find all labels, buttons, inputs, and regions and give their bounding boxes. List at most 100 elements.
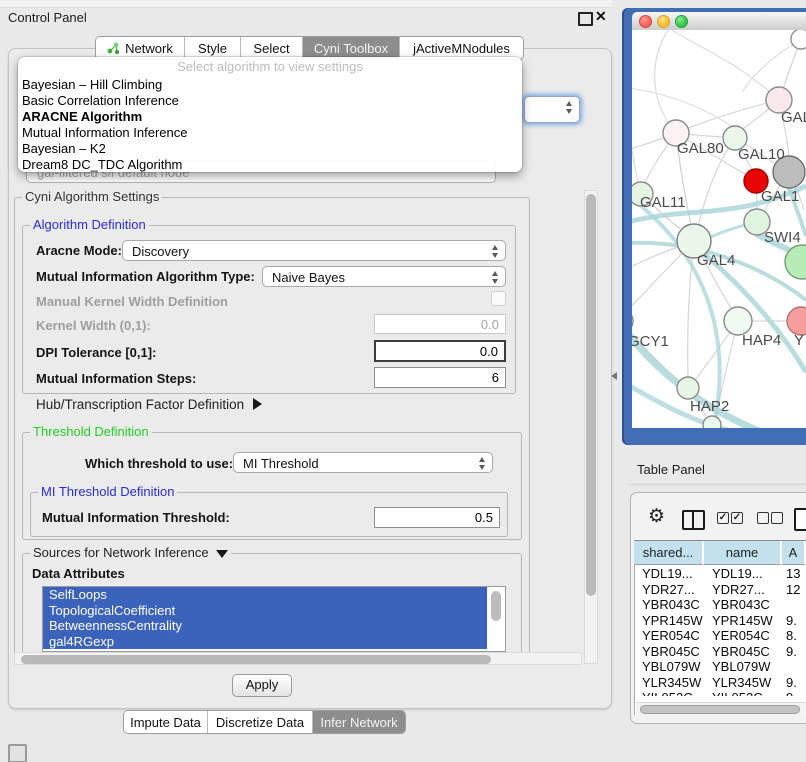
table-row[interactable]: YLR345WYLR345W9. <box>634 675 806 691</box>
table-cell: YBR043C <box>704 597 782 613</box>
attribute-item-topologicalcoefficient[interactable]: TopologicalCoefficient <box>43 603 487 619</box>
tab-cyni-toolbox[interactable]: Cyni Toolbox <box>303 37 400 59</box>
table-cell: 9. <box>782 613 806 629</box>
network-node-label: Y <box>794 332 804 349</box>
network-edge[interactable] <box>655 30 676 133</box>
deselect-all-columns-icon[interactable] <box>757 512 769 524</box>
spinner-arrows-icon <box>492 245 499 258</box>
network-node[interactable] <box>632 309 633 333</box>
dpi-tolerance-label: DPI Tolerance [0,1]: <box>36 345 156 360</box>
settings-horizontal-scroll-thumb[interactable] <box>21 655 491 664</box>
table-cell <box>782 597 806 613</box>
algorithm-option-aracne-algorithm[interactable]: ARACNE Algorithm <box>22 109 142 125</box>
apply-button[interactable]: Apply <box>232 674 292 697</box>
spinner-arrows-icon <box>566 101 573 114</box>
algorithm-option-basic-correlation-inference[interactable]: Basic Correlation Inference <box>22 93 179 109</box>
mi-threshold-label: Mutual Information Threshold: <box>42 510 230 525</box>
table-row[interactable]: YIL052CYIL052C9. <box>634 690 806 696</box>
export-table-icon[interactable] <box>794 508 806 531</box>
column-header-shared[interactable]: shared... <box>634 541 704 565</box>
network-graph[interactable]: GALGAL80GAL10GAL1GAL11SWI4GAL4GCY1HAP4YH… <box>632 30 806 428</box>
close-panel-icon[interactable] <box>595 8 607 25</box>
tab-style[interactable]: Style <box>185 37 241 59</box>
attr-list-scroll-thumb[interactable] <box>491 591 501 621</box>
hub-section-header[interactable]: Hub/Transcription Factor Definition <box>36 397 262 412</box>
deselect-all-columns-icon[interactable] <box>771 512 783 524</box>
cyni-settings-legend: Cyni Algorithm Settings <box>22 190 162 203</box>
expand-arrow-icon[interactable] <box>253 398 262 410</box>
minimize-window-icon[interactable] <box>657 15 670 28</box>
attr-list-scrollbar[interactable] <box>489 588 504 648</box>
minimized-panel-icon[interactable] <box>8 744 27 762</box>
attribute-item-betweennesscentrality[interactable]: BetweennessCentrality <box>43 618 487 634</box>
table-horizontal-scroll-thumb[interactable] <box>640 705 800 714</box>
which-threshold-select[interactable]: MI Threshold <box>233 452 493 473</box>
table-row[interactable]: YDL19...YDL19...13 <box>634 566 806 582</box>
tab-discretize-data[interactable]: Discretize Data <box>208 711 313 733</box>
select-all-columns-icon[interactable] <box>717 512 729 524</box>
network-window-titlebar[interactable] <box>632 12 806 31</box>
algorithm-option-dream8-dc-tdc-algorithm[interactable]: Dream8 DC_TDC Algorithm <box>22 157 182 173</box>
settings-vertical-scrollbar[interactable] <box>584 190 598 664</box>
network-node-label: GAL4 <box>697 252 735 269</box>
table-row[interactable]: YBR045CYBR045C9. <box>634 644 806 660</box>
attribute-item-gal4rgexp[interactable]: gal4RGexp <box>43 634 487 650</box>
tab-select[interactable]: Select <box>241 37 303 59</box>
network-node[interactable] <box>787 307 806 335</box>
tab-impute-data[interactable]: Impute Data <box>124 711 208 733</box>
close-window-icon[interactable] <box>639 15 652 28</box>
network-edge[interactable] <box>688 100 779 128</box>
algorithm-option-mutual-information-inference[interactable]: Mutual Information Inference <box>22 125 187 141</box>
algorithm-option-bayesian-hill-climbing[interactable]: Bayesian – Hill Climbing <box>22 77 162 93</box>
network-node[interactable] <box>703 416 721 428</box>
dpi-tolerance-field[interactable]: 0.0 <box>374 340 506 362</box>
network-node[interactable] <box>677 377 699 399</box>
zoom-window-icon[interactable] <box>675 15 688 28</box>
show-columns-icon[interactable] <box>682 510 705 530</box>
table-row[interactable]: YBR043CYBR043C <box>634 597 806 613</box>
network-edge[interactable] <box>672 30 779 100</box>
settings-vertical-scroll-thumb[interactable] <box>586 194 596 596</box>
table-cell: 12 <box>782 582 806 598</box>
aracne-mode-select[interactable]: Discovery <box>122 240 506 261</box>
splitter-collapse-arrow-icon[interactable] <box>611 372 617 380</box>
tab-network[interactable]: Network <box>96 37 185 59</box>
mi-algorithm-type-select[interactable]: Naive Bayes <box>262 266 506 287</box>
data-attributes-list[interactable]: SelfLoopsTopologicalCoefficientBetweenne… <box>42 586 506 652</box>
network-node[interactable] <box>791 30 806 49</box>
float-panel-icon[interactable] <box>578 12 593 26</box>
which-threshold-label: Which threshold to use: <box>85 456 233 471</box>
network-node[interactable] <box>724 307 752 335</box>
network-icon <box>107 42 120 54</box>
table-cell: 9. <box>782 690 806 696</box>
mi-threshold-field[interactable]: 0.5 <box>374 507 500 528</box>
table-cell: YBR045C <box>704 644 782 660</box>
tab-label: Infer Network <box>320 715 397 730</box>
table-row[interactable]: YBL079WYBL079W <box>634 659 806 675</box>
attribute-item-selfloops[interactable]: SelfLoops <box>43 587 487 603</box>
collapse-arrow-icon[interactable] <box>216 550 228 558</box>
mi-steps-field[interactable]: 6 <box>374 367 506 388</box>
tab-jactivemnodules[interactable]: jActiveMNodules <box>400 37 523 59</box>
table-row[interactable]: YPR145WYPR145W9. <box>634 613 806 629</box>
network-node-label: HAP4 <box>742 332 781 349</box>
algorithm-popup-placeholder: Select algorithm to view settings <box>18 59 522 74</box>
tab-infer-network[interactable]: Infer Network <box>313 711 405 733</box>
table-cell: YER054C <box>634 628 704 644</box>
algorithm-option-bayesian-k2[interactable]: Bayesian – K2 <box>22 141 106 157</box>
table-panel-divider <box>628 484 806 485</box>
aracne-mode-label: Aracne Mode: <box>36 243 122 258</box>
table-cell: 9. <box>782 675 806 691</box>
table-cell: YBL079W <box>634 659 704 675</box>
inference-algorithm-select-fragment[interactable] <box>524 96 580 123</box>
table-settings-gear-icon[interactable] <box>648 506 665 528</box>
table-row[interactable]: YDR27...YDR27...12 <box>634 582 806 598</box>
kernel-width-field: 0.0 <box>374 314 506 334</box>
table-row[interactable]: YER054CYER054C8. <box>634 628 806 644</box>
spinner-arrows-icon <box>492 271 499 284</box>
column-header-a[interactable]: A <box>782 541 806 565</box>
select-all-columns-icon[interactable] <box>731 512 743 524</box>
table-horizontal-scrollbar[interactable] <box>636 702 806 715</box>
column-header-name[interactable]: name <box>704 541 782 565</box>
settings-horizontal-scrollbar[interactable] <box>14 652 582 665</box>
